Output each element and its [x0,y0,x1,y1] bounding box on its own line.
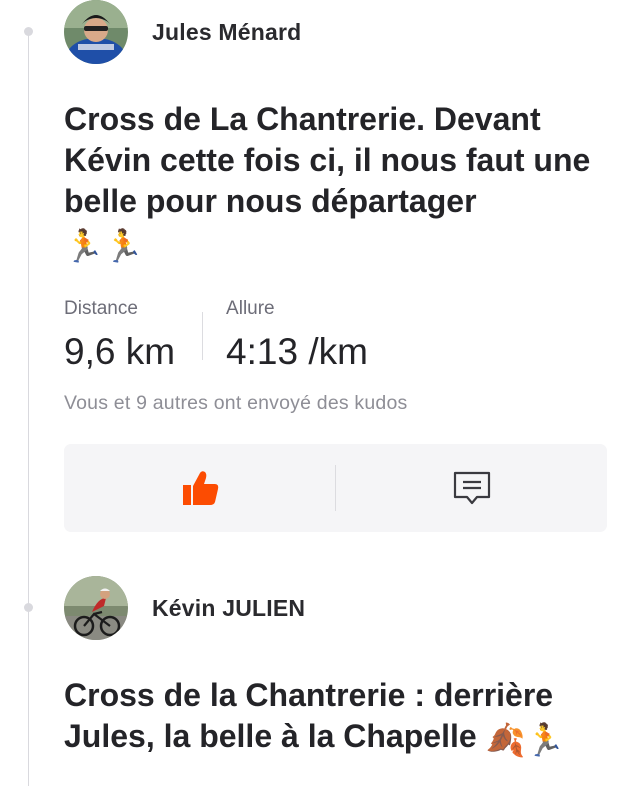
activity-card: Kévin JULIEN Cross de la Chantrerie : de… [64,576,607,761]
stat-divider [202,312,204,360]
stat-label: Allure [226,298,275,319]
activity-stats: Distance 9,6 km Allure 4:13 /km [64,298,607,372]
action-bar [64,444,607,532]
athlete-avatar[interactable] [64,0,128,64]
post-header: Jules Ménard [64,0,607,64]
comment-button[interactable] [336,444,607,532]
activity-card: Jules Ménard Cross de La Chantrerie. Dev… [64,0,607,532]
athlete-name[interactable]: Jules Ménard [152,19,301,46]
athlete-name[interactable]: Kévin JULIEN [152,595,305,622]
athlete-avatar[interactable] [64,576,128,640]
feed-timeline-line [28,32,29,786]
kudos-summary[interactable]: Vous et 9 autres ont envoyé des kudos [64,392,607,415]
stat-value: 9,6 km [64,331,176,372]
leaf-running-emoji: 🍂🏃 [485,722,566,758]
timeline-dot [24,603,33,612]
stat-label: Distance [64,298,138,319]
comment-icon [453,471,490,505]
stat-distance: Distance 9,6 km [64,298,175,372]
thumbs-up-icon [182,471,218,505]
running-emoji: 🏃🏃 [64,228,144,264]
post-header: Kévin JULIEN [64,576,607,640]
timeline-dot [24,27,33,36]
activity-title-block[interactable]: Cross de la Chantrerie : derrière Jules,… [64,675,607,761]
stat-value: 4:13 /km [226,331,368,372]
activity-title-block[interactable]: Cross de La Chantrerie. Devant Kévin cet… [64,99,607,267]
kudos-button[interactable] [64,444,335,532]
activity-title[interactable]: Cross de la Chantrerie : derrière Jules,… [64,677,553,754]
stat-pace: Allure 4:13 /km [226,298,368,372]
activity-title[interactable]: Cross de La Chantrerie. Devant Kévin cet… [64,101,590,219]
